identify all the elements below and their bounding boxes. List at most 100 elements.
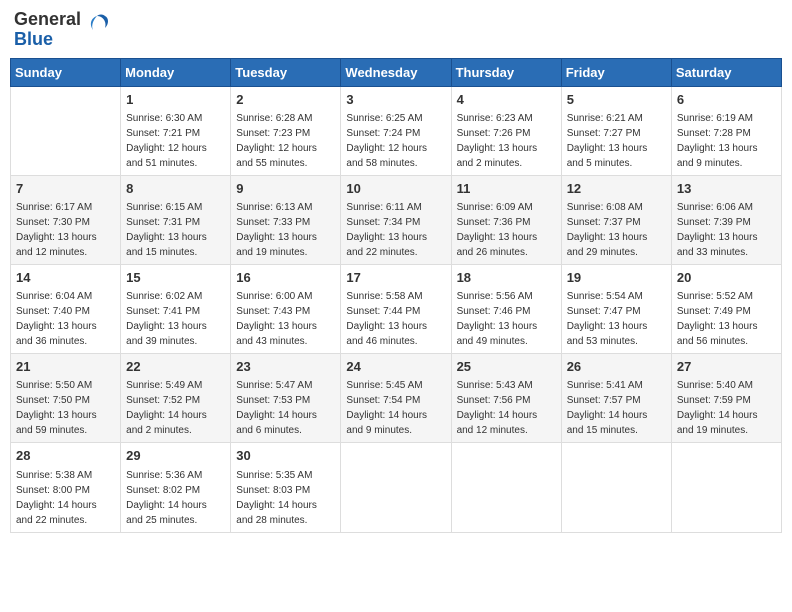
calendar-cell: 2Sunrise: 6:28 AMSunset: 7:23 PMDaylight… [231, 86, 341, 175]
calendar-table: SundayMondayTuesdayWednesdayThursdayFrid… [10, 58, 782, 533]
day-number: 17 [346, 269, 445, 287]
calendar-cell [671, 443, 781, 532]
calendar-cell: 12Sunrise: 6:08 AMSunset: 7:37 PMDayligh… [561, 175, 671, 264]
calendar-cell: 5 Sunrise: 6:21 AMSunset: 7:27 PMDaylight… [561, 86, 671, 175]
header: General Blue [10, 10, 782, 50]
day-info: Sunrise: 5:40 AMSunset: 7:59 PMDaylight:… [677, 378, 776, 438]
day-number: 15 [126, 269, 225, 287]
day-number: 26 [567, 358, 666, 376]
calendar-cell: 21 Sunrise: 5:50 AMSunset: 7:50 PMDayligh… [11, 354, 121, 443]
calendar-cell: 30Sunrise: 5:35 AMSunset: 8:03 PMDayligh… [231, 443, 341, 532]
calendar-cell: 29 Sunrise: 5:36 AMSunset: 8:02 PMDayligh… [121, 443, 231, 532]
calendar-cell: 4 Sunrise: 6:23 AMSunset: 7:26 PMDaylight… [451, 86, 561, 175]
day-number: 21 [16, 358, 115, 376]
day-info: Sunrise: 6:28 AMSunset: 7:23 PMDaylight:… [236, 111, 335, 171]
day-info: Sunrise: 6:08 AMSunset: 7:37 PMDaylight:… [567, 200, 666, 260]
calendar-cell: 16 Sunrise: 6:00 AMSunset: 7:43 PMDayligh… [231, 264, 341, 353]
day-info: Sunrise: 5:35 AMSunset: 8:03 PMDaylight:… [236, 468, 335, 528]
day-number: 11 [457, 180, 556, 198]
calendar-cell: 22 Sunrise: 5:49 AMSunset: 7:52 PMDayligh… [121, 354, 231, 443]
day-info: Sunrise: 6:11 AMSunset: 7:34 PMDaylight:… [346, 200, 445, 260]
calendar-cell: 28 Sunrise: 5:38 AMSunset: 8:00 PMDayligh… [11, 443, 121, 532]
day-number: 25 [457, 358, 556, 376]
calendar-cell: 23 Sunrise: 5:47 AMSunset: 7:53 PMDayligh… [231, 354, 341, 443]
day-number: 18 [457, 269, 556, 287]
day-info: Sunrise: 5:54 AMSunset: 7:47 PMDaylight:… [567, 289, 666, 349]
calendar-cell [11, 86, 121, 175]
day-number: 6 [677, 91, 776, 109]
day-info: Sunrise: 5:36 AMSunset: 8:02 PMDaylight:… [126, 468, 225, 528]
day-number: 16 [236, 269, 335, 287]
day-info: Sunrise: 6:06 AMSunset: 7:39 PMDaylight:… [677, 200, 776, 260]
day-number: 24 [346, 358, 445, 376]
calendar-cell: 13 Sunrise: 6:06 AMSunset: 7:39 PMDayligh… [671, 175, 781, 264]
day-info: Sunrise: 6:21 AMSunset: 7:27 PMDaylight:… [567, 111, 666, 171]
week-row-3: 14Sunrise: 6:04 AMSunset: 7:40 PMDayligh… [11, 264, 782, 353]
calendar-cell: 7 Sunrise: 6:17 AMSunset: 7:30 PMDaylight… [11, 175, 121, 264]
day-number: 7 [16, 180, 115, 198]
calendar-cell: 15 Sunrise: 6:02 AMSunset: 7:41 PMDayligh… [121, 264, 231, 353]
calendar-cell: 26Sunrise: 5:41 AMSunset: 7:57 PMDayligh… [561, 354, 671, 443]
day-number: 27 [677, 358, 776, 376]
day-info: Sunrise: 6:02 AMSunset: 7:41 PMDaylight:… [126, 289, 225, 349]
day-info: Sunrise: 6:13 AMSunset: 7:33 PMDaylight:… [236, 200, 335, 260]
day-number: 1 [126, 91, 225, 109]
calendar-cell: 25 Sunrise: 5:43 AMSunset: 7:56 PMDayligh… [451, 354, 561, 443]
day-info: Sunrise: 6:09 AMSunset: 7:36 PMDaylight:… [457, 200, 556, 260]
day-number: 22 [126, 358, 225, 376]
day-number: 13 [677, 180, 776, 198]
day-number: 28 [16, 447, 115, 465]
day-number: 8 [126, 180, 225, 198]
day-number: 23 [236, 358, 335, 376]
day-info: Sunrise: 5:38 AMSunset: 8:00 PMDaylight:… [16, 468, 115, 528]
day-info: Sunrise: 6:23 AMSunset: 7:26 PMDaylight:… [457, 111, 556, 171]
day-info: Sunrise: 5:43 AMSunset: 7:56 PMDaylight:… [457, 378, 556, 438]
day-info: Sunrise: 6:19 AMSunset: 7:28 PMDaylight:… [677, 111, 776, 171]
day-info: Sunrise: 6:25 AMSunset: 7:24 PMDaylight:… [346, 111, 445, 171]
week-row-5: 28 Sunrise: 5:38 AMSunset: 8:00 PMDayligh… [11, 443, 782, 532]
col-header-tuesday: Tuesday [231, 58, 341, 86]
calendar-cell: 18Sunrise: 5:56 AMSunset: 7:46 PMDayligh… [451, 264, 561, 353]
calendar-cell: 17 Sunrise: 5:58 AMSunset: 7:44 PMDayligh… [341, 264, 451, 353]
day-number: 5 [567, 91, 666, 109]
day-info: Sunrise: 5:47 AMSunset: 7:53 PMDaylight:… [236, 378, 335, 438]
day-info: Sunrise: 6:17 AMSunset: 7:30 PMDaylight:… [16, 200, 115, 260]
calendar-cell: 20 Sunrise: 5:52 AMSunset: 7:49 PMDayligh… [671, 264, 781, 353]
week-row-2: 7 Sunrise: 6:17 AMSunset: 7:30 PMDaylight… [11, 175, 782, 264]
day-number: 9 [236, 180, 335, 198]
calendar-cell: 8 Sunrise: 6:15 AMSunset: 7:31 PMDaylight… [121, 175, 231, 264]
day-number: 29 [126, 447, 225, 465]
calendar-cell: 10 Sunrise: 6:11 AMSunset: 7:34 PMDayligh… [341, 175, 451, 264]
day-number: 4 [457, 91, 556, 109]
day-info: Sunrise: 6:00 AMSunset: 7:43 PMDaylight:… [236, 289, 335, 349]
day-number: 19 [567, 269, 666, 287]
col-header-monday: Monday [121, 58, 231, 86]
header-row: SundayMondayTuesdayWednesdayThursdayFrid… [11, 58, 782, 86]
day-number: 10 [346, 180, 445, 198]
day-info: Sunrise: 6:30 AMSunset: 7:21 PMDaylight:… [126, 111, 225, 171]
calendar-cell [561, 443, 671, 532]
calendar-cell: 3 Sunrise: 6:25 AMSunset: 7:24 PMDaylight… [341, 86, 451, 175]
day-number: 20 [677, 269, 776, 287]
page-container: General Blue SundayMondayTuesdayWednesda… [10, 10, 782, 533]
day-number: 14 [16, 269, 115, 287]
calendar-cell: 6 Sunrise: 6:19 AMSunset: 7:28 PMDaylight… [671, 86, 781, 175]
logo-bird-icon [85, 14, 109, 46]
day-number: 3 [346, 91, 445, 109]
calendar-cell: 11 Sunrise: 6:09 AMSunset: 7:36 PMDayligh… [451, 175, 561, 264]
day-info: Sunrise: 6:15 AMSunset: 7:31 PMDaylight:… [126, 200, 225, 260]
calendar-cell: 14Sunrise: 6:04 AMSunset: 7:40 PMDayligh… [11, 264, 121, 353]
logo: General Blue [14, 10, 109, 50]
col-header-thursday: Thursday [451, 58, 561, 86]
col-header-wednesday: Wednesday [341, 58, 451, 86]
week-row-4: 21 Sunrise: 5:50 AMSunset: 7:50 PMDayligh… [11, 354, 782, 443]
calendar-cell [451, 443, 561, 532]
day-info: Sunrise: 5:52 AMSunset: 7:49 PMDaylight:… [677, 289, 776, 349]
week-row-1: 1 Sunrise: 6:30 AMSunset: 7:21 PMDaylight… [11, 86, 782, 175]
calendar-cell: 9 Sunrise: 6:13 AMSunset: 7:33 PMDaylight… [231, 175, 341, 264]
calendar-cell: 1 Sunrise: 6:30 AMSunset: 7:21 PMDaylight… [121, 86, 231, 175]
day-info: Sunrise: 5:58 AMSunset: 7:44 PMDaylight:… [346, 289, 445, 349]
logo-text: General Blue [14, 10, 81, 50]
day-info: Sunrise: 5:50 AMSunset: 7:50 PMDaylight:… [16, 378, 115, 438]
day-info: Sunrise: 5:49 AMSunset: 7:52 PMDaylight:… [126, 378, 225, 438]
